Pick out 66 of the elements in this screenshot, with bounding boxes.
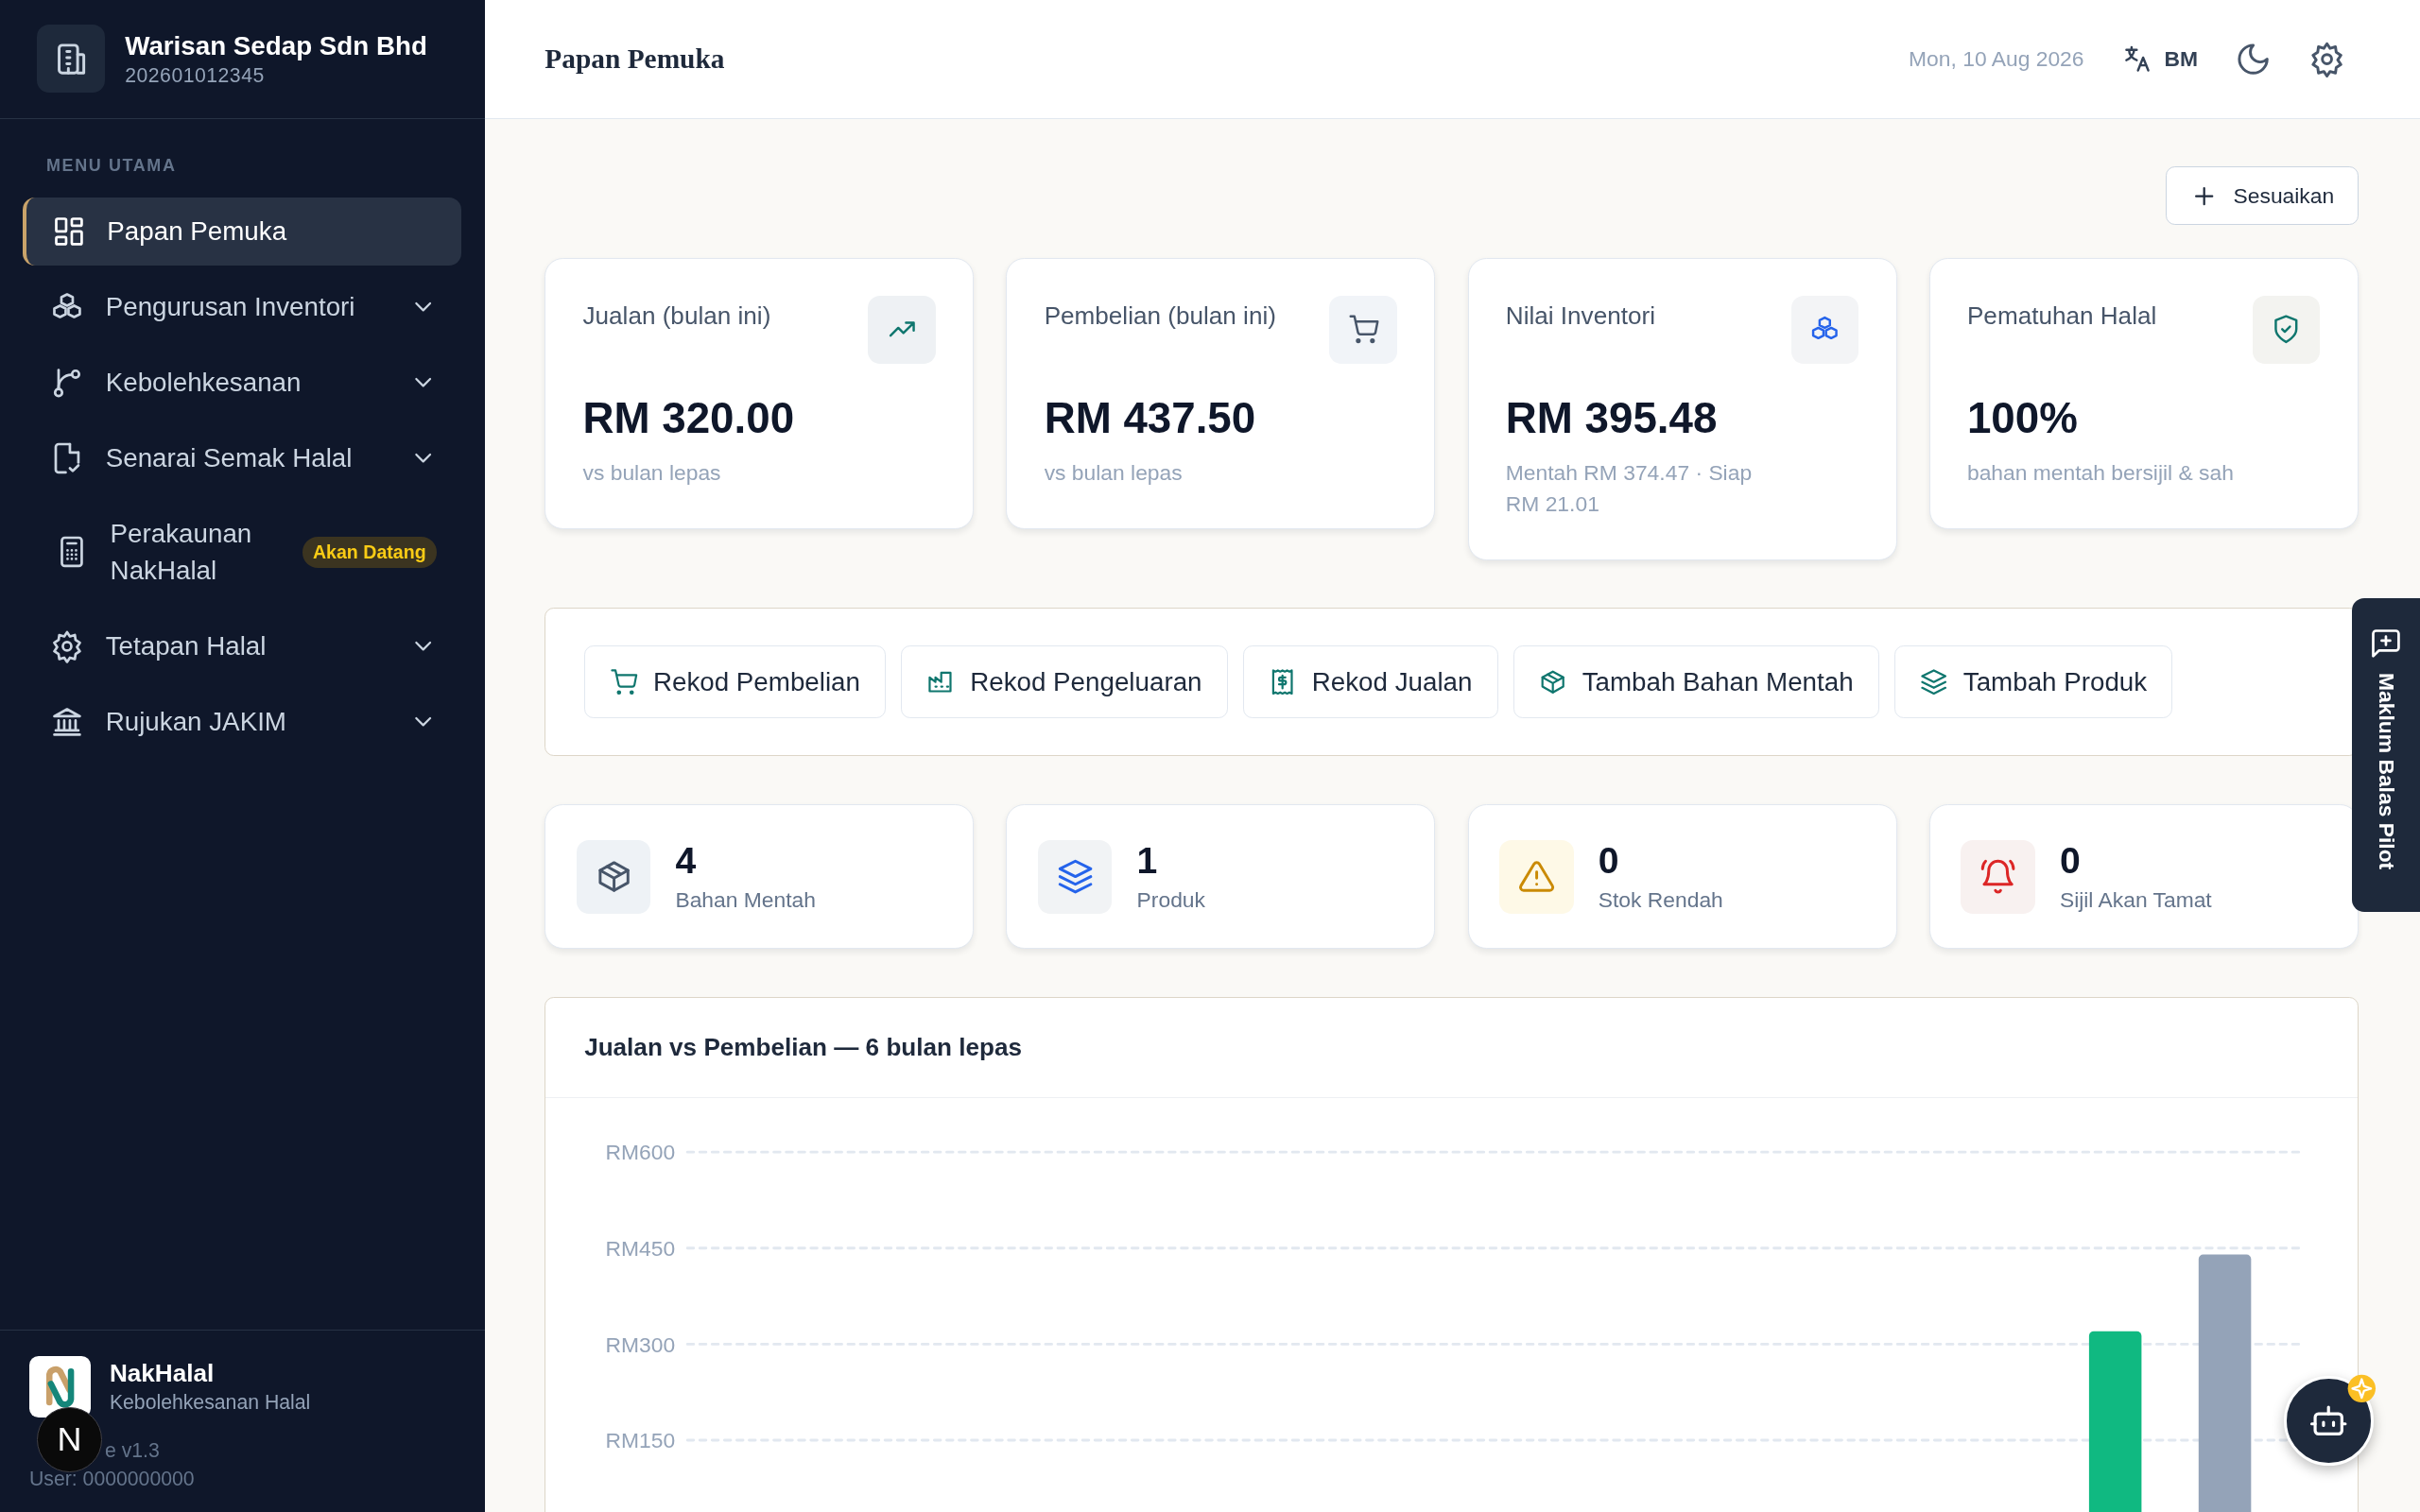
counter-value: 0 — [1598, 839, 1620, 882]
coming-soon-badge: Akan Datang — [302, 536, 438, 568]
action-button[interactable]: Tambah Produk — [1894, 645, 2173, 719]
axis-label: 300 — [639, 1332, 676, 1357]
counter-label: Sijil Akan Tamat — [2059, 887, 2212, 914]
trend-icon — [868, 295, 936, 364]
bell-icon — [1961, 839, 2035, 914]
action-button[interactable]: Rekod Pengeluaran — [901, 645, 1228, 719]
axis-unit: RM — [605, 1139, 640, 1164]
nav-item[interactable]: Kebolehkesanan — [23, 348, 462, 417]
layers-icon — [1038, 839, 1113, 914]
counter-label: Produk — [1136, 887, 1205, 914]
logo-icon — [29, 1355, 92, 1418]
cart-icon — [610, 668, 638, 696]
version-text: e v1.3 — [105, 1438, 160, 1462]
stat-note: vs bulan lepas — [1044, 458, 1184, 487]
counter-label: Bahan Mentah — [675, 887, 817, 914]
app-name: NakHalal — [109, 1359, 216, 1388]
counter-label: Stok Rendah — [1598, 887, 1723, 914]
axis-unit: RM — [605, 1427, 640, 1452]
nav-item[interactable]: Senarai Semak Halal — [23, 423, 462, 492]
action-button[interactable]: Rekod Jualan — [1242, 645, 1498, 719]
stat-value: RM 437.50 — [1044, 394, 1257, 444]
registration-number: 202601012345 — [125, 63, 266, 87]
nav-item[interactable]: Pengurusan Inventori — [23, 272, 462, 341]
warning-icon — [1499, 839, 1574, 914]
stat-label: Jualan (bulan ini) — [582, 301, 771, 332]
chart-title: Jualan vs Pembelian — 6 bulan lepas — [584, 1032, 1023, 1062]
app-tagline: Kebolehkesanan Halal — [109, 1391, 311, 1415]
axis-label: 600 — [639, 1139, 676, 1164]
nav-item[interactable]: Papan Pemuka — [23, 197, 462, 266]
stat-note: Mentah RM 374.47 · Siap RM 21.01 — [1505, 458, 1754, 518]
date-text: Mon, 10 Aug 2026 — [1909, 45, 2084, 72]
action-button[interactable]: Tambah Bahan Mentah — [1512, 645, 1879, 719]
dev-badge[interactable]: N — [37, 1406, 102, 1472]
company-name: Warisan Sedap Sdn Bhd — [125, 30, 427, 61]
boxes-icon — [1790, 295, 1859, 364]
nav-item[interactable]: Rujukan JAKIM — [23, 687, 462, 756]
counter-value: 1 — [1136, 839, 1159, 882]
page-title: Papan Pemuka — [544, 43, 725, 75]
cart-icon — [1329, 295, 1398, 364]
nav-item[interactable]: Perakaunan NakHalal Akan Datang — [23, 499, 462, 605]
counter-value: 0 — [2059, 839, 2082, 882]
stat-note: bahan mentah bersijil & sah — [1966, 458, 2235, 487]
axis-unit: RM — [605, 1332, 640, 1357]
axis-label: 450 — [639, 1235, 676, 1261]
feedback-tab[interactable]: Maklum Balas Pilot — [2352, 598, 2420, 912]
axis-label: 150 — [639, 1427, 676, 1452]
shield-check-icon — [2252, 295, 2321, 364]
stat-label: Nilai Inventori — [1505, 301, 1655, 332]
language-button[interactable]: BM — [2120, 43, 2198, 75]
action-button[interactable]: Rekod Pembelian — [584, 645, 887, 719]
stat-note: vs bulan lepas — [582, 458, 722, 487]
stat-value: RM 320.00 — [582, 394, 796, 444]
nav-item[interactable]: Tetapan Halal — [23, 611, 462, 680]
stat-value: RM 395.48 — [1505, 394, 1719, 444]
stat-value: 100% — [1966, 394, 2079, 444]
layers-icon — [1920, 668, 1948, 696]
stat-label: Pematuhan Halal — [1966, 301, 2157, 332]
section-label: MENU UTAMA — [44, 154, 178, 177]
package-icon — [576, 839, 651, 914]
counter-value: 4 — [675, 839, 698, 882]
building-icon — [37, 25, 105, 94]
customize-button[interactable]: Sesuaikan — [2166, 166, 2359, 226]
stat-label: Pembelian (bulan ini) — [1044, 301, 1276, 332]
axis-unit: RM — [605, 1235, 640, 1261]
